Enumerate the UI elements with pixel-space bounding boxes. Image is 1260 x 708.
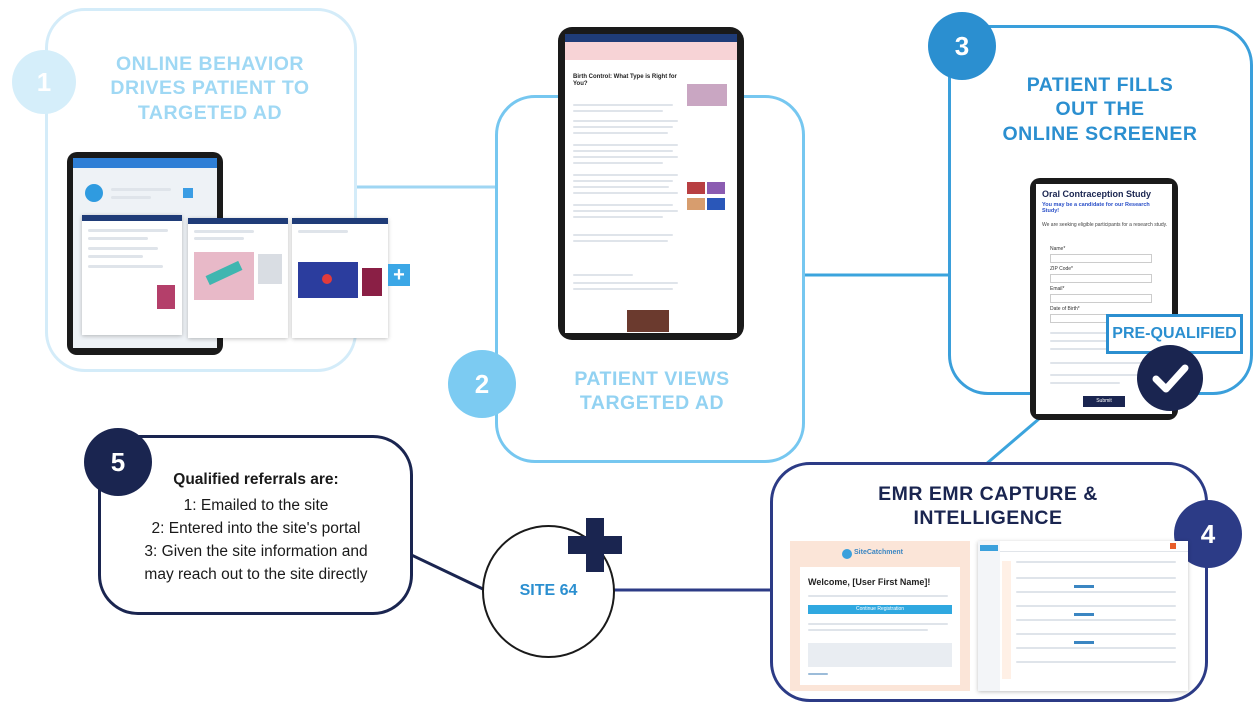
step2-number-badge: 2 <box>448 350 516 418</box>
step5-heading: Qualified referrals are: <box>173 471 339 488</box>
step2-tablet-screen: Birth Control: What Type is Right for Yo… <box>565 34 737 333</box>
step3-title-line-2: OUT THE <box>1055 98 1145 121</box>
form-field-input-1[interactable] <box>1050 254 1152 263</box>
form-submit-button[interactable]: Submit <box>1083 396 1125 407</box>
site-label: SITE 64 <box>519 582 578 599</box>
step1-plus-icon: + <box>388 264 410 286</box>
step3-title: PATIENT FILLS OUT THE ONLINE SCREENER <box>960 73 1240 146</box>
step1-title-line-1: ONLINE BEHAVIOR <box>115 53 305 75</box>
form-field-input-2[interactable] <box>1050 274 1152 283</box>
form-field-label-3: Email* <box>1050 286 1065 292</box>
medical-plus-icon <box>568 518 622 572</box>
step1-title-line-2: DRIVES PATIENT TO <box>110 77 310 100</box>
form-subtitle: You may be a candidate for our Research … <box>1042 202 1150 214</box>
form-field-input-3[interactable] <box>1050 294 1152 303</box>
step5-item-1: 1: Emailed to the site <box>183 497 329 514</box>
step4-welcome-screenshot: SiteCatchment Welcome, [User First Name]… <box>790 541 970 691</box>
step1-number-badge: 1 <box>12 50 76 114</box>
step3-title-line-1: PATIENT FILLS <box>1026 74 1174 96</box>
step1-title-line-3: TARGETED AD <box>137 101 283 124</box>
connector-3-4 <box>984 416 1041 467</box>
step5-item-3: 3: Given the site information and <box>144 543 368 560</box>
step5-item-2: 2: Entered into the site's portal <box>151 520 361 537</box>
welcome-logo-text: SiteCatchment <box>854 549 904 556</box>
step5-item-4: may reach out to the site directly <box>144 566 368 583</box>
step2-article-title: Birth Control: What Type is Right for Yo… <box>573 74 677 88</box>
step2-tablet: Birth Control: What Type is Right for Yo… <box>558 27 744 340</box>
continue-registration-button[interactable]: Continue Registration <box>808 605 952 614</box>
step1-title: ONLINE BEHAVIOR DRIVES PATIENT TO TARGET… <box>75 52 345 125</box>
step4-title-line-2: INTELLIGENCE <box>913 507 1063 530</box>
form-title: Oral Contraception Study <box>1042 189 1152 199</box>
step1-ad-screenshot-2 <box>188 218 288 338</box>
step1-ad-screenshot-3 <box>292 218 388 338</box>
step4-title-line-1: EMR EMR CAPTURE & <box>878 483 1098 505</box>
step2-title-line-2: TARGETED AD <box>579 392 725 415</box>
step3-number-badge: 3 <box>928 12 996 80</box>
step4-title: EMR EMR CAPTURE & INTELLIGENCE <box>838 482 1138 531</box>
welcome-logo <box>842 549 852 559</box>
step1-ad-screenshot-1 <box>82 215 182 335</box>
step2-title-line-1: PATIENT VIEWS <box>574 368 730 390</box>
form-field-label-1: Name* <box>1050 246 1066 252</box>
step4-dashboard-screenshot <box>978 541 1188 691</box>
welcome-heading: Welcome, [User First Name]! <box>808 577 931 587</box>
form-field-label-4: Date of Birth* <box>1050 306 1080 312</box>
step2-title: PATIENT VIEWS TARGETED AD <box>532 367 772 416</box>
check-icon <box>1137 345 1203 411</box>
step3-title-line-3: ONLINE SCREENER <box>1002 122 1198 145</box>
form-intro: We are seeking eligible participants for… <box>1042 222 1168 228</box>
step5-item-list: 1: Emailed to the site 2: Entered into t… <box>100 494 412 586</box>
form-field-label-2: ZIP Code* <box>1050 266 1073 272</box>
